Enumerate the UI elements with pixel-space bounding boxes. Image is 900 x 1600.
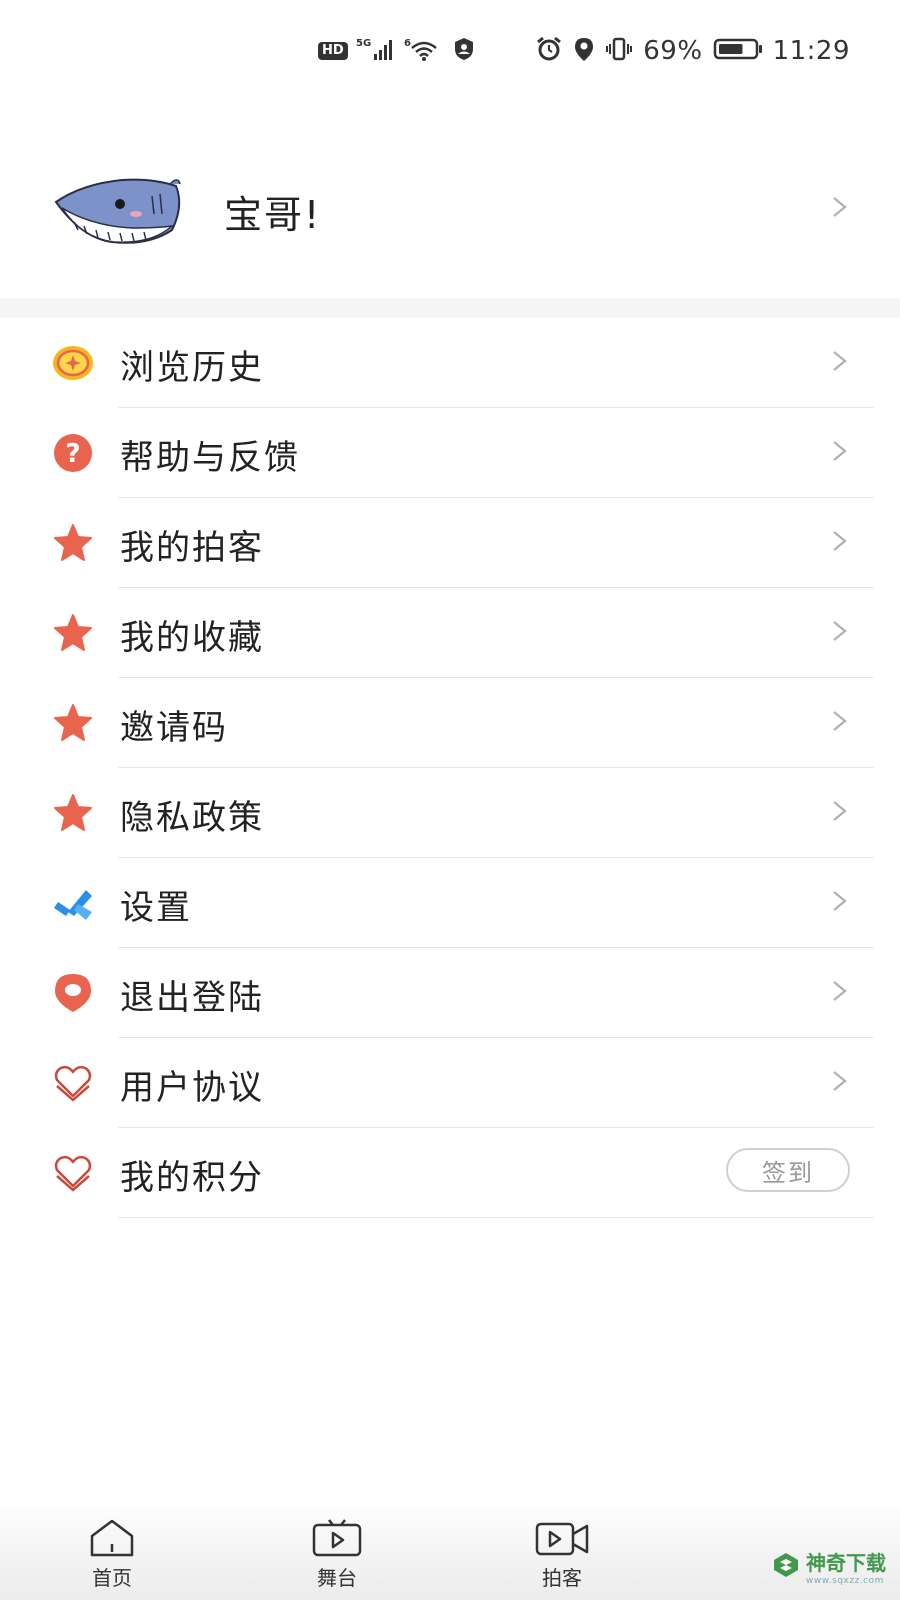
menu-item-privacy-policy[interactable]: 隐私政策	[0, 768, 900, 858]
nav-label: 首页	[92, 1566, 132, 1590]
chevron-right-icon	[828, 800, 850, 822]
watermark-icon	[772, 1551, 800, 1583]
menu-item-label: 我的拍客	[120, 528, 264, 568]
menu-item-label: 邀请码	[120, 708, 228, 748]
location-pin-icon	[52, 972, 94, 1014]
chevron-right-icon	[828, 980, 850, 1002]
check-in-button[interactable]: 签到	[726, 1148, 850, 1192]
profile-header[interactable]: 宝哥!	[0, 150, 900, 270]
chevron-right-icon	[828, 620, 850, 642]
menu-item-invite-code[interactable]: 邀请码	[0, 678, 900, 768]
status-bar-right: 69% 11:29	[535, 36, 850, 66]
svg-text:5G: 5G	[356, 38, 371, 49]
menu-item-my-points[interactable]: 我的积分 签到	[0, 1128, 900, 1218]
vibrate-icon	[605, 36, 633, 66]
menu-item-label: 隐私政策	[120, 798, 264, 838]
menu-item-user-agreement[interactable]: 用户协议	[0, 1038, 900, 1128]
chevron-right-icon	[828, 196, 850, 218]
tools-icon	[52, 882, 94, 924]
menu-item-my-favorites[interactable]: 我的收藏	[0, 588, 900, 678]
settings-menu: 浏览历史 ? 帮助与反馈 我的拍客 我的收藏 邀请码 隐私政策 设置 退出登陆 …	[0, 318, 900, 1218]
bottom-nav: 首页 舞台 拍客 神奇下载 www.sqxzz.com	[0, 1500, 900, 1600]
watermark-text: 神奇下载	[806, 1551, 886, 1575]
nav-label: 舞台	[317, 1566, 357, 1590]
nav-item-home[interactable]: 首页	[52, 1518, 172, 1591]
svg-text:?: ?	[65, 439, 80, 469]
star-icon	[52, 612, 94, 654]
star-icon	[52, 702, 94, 744]
tv-play-icon	[277, 1518, 397, 1558]
status-bar-left: HD 5G 6	[318, 36, 476, 66]
heart-icon	[52, 1152, 94, 1194]
menu-item-label: 浏览历史	[120, 348, 264, 388]
cellular-signal-icon: 5G	[356, 36, 396, 66]
coin-icon	[52, 342, 94, 384]
menu-item-help-feedback[interactable]: ? 帮助与反馈	[0, 408, 900, 498]
location-icon	[573, 36, 595, 66]
chevron-right-icon	[828, 440, 850, 462]
menu-item-label: 我的收藏	[120, 618, 264, 658]
chevron-right-icon	[828, 890, 850, 912]
battery-percent: 69%	[643, 36, 703, 66]
svg-text:6: 6	[404, 38, 411, 49]
chevron-right-icon	[828, 350, 850, 372]
chevron-right-icon	[828, 710, 850, 732]
nav-item-stage[interactable]: 舞台	[277, 1518, 397, 1591]
menu-item-logout[interactable]: 退出登陆	[0, 948, 900, 1038]
menu-item-browse-history[interactable]: 浏览历史	[0, 318, 900, 408]
avatar[interactable]	[52, 156, 186, 256]
watermark-logo: 神奇下载 www.sqxzz.com	[772, 1547, 886, 1586]
shield-icon	[452, 36, 476, 66]
clock: 11:29	[772, 36, 850, 66]
chevron-right-icon	[828, 530, 850, 552]
star-icon	[52, 522, 94, 564]
menu-item-label: 用户协议	[120, 1068, 264, 1108]
watermark-sub: www.sqxzz.com	[806, 1576, 884, 1586]
menu-item-settings[interactable]: 设置	[0, 858, 900, 948]
battery-icon	[713, 36, 763, 66]
divider	[118, 1217, 874, 1218]
nav-item-paike[interactable]: 拍客	[502, 1518, 622, 1591]
username: 宝哥!	[224, 193, 322, 237]
menu-item-label: 设置	[120, 888, 192, 928]
menu-item-label: 帮助与反馈	[120, 438, 300, 478]
menu-item-label: 我的积分	[120, 1158, 264, 1198]
menu-item-label: 退出登陆	[120, 978, 264, 1018]
help-icon: ?	[52, 432, 94, 474]
hd-badge: HD	[318, 42, 348, 60]
menu-item-my-paike[interactable]: 我的拍客	[0, 498, 900, 588]
wifi-icon: 6	[404, 36, 444, 66]
chevron-right-icon	[828, 1070, 850, 1092]
heart-icon	[52, 1062, 94, 1104]
home-icon	[52, 1518, 172, 1558]
section-divider	[0, 298, 900, 318]
status-bar: HD 5G 6 69% 11:29	[0, 0, 900, 106]
star-icon	[52, 792, 94, 834]
nav-label: 拍客	[542, 1566, 582, 1590]
alarm-icon	[535, 36, 563, 66]
video-camera-icon	[502, 1518, 622, 1558]
